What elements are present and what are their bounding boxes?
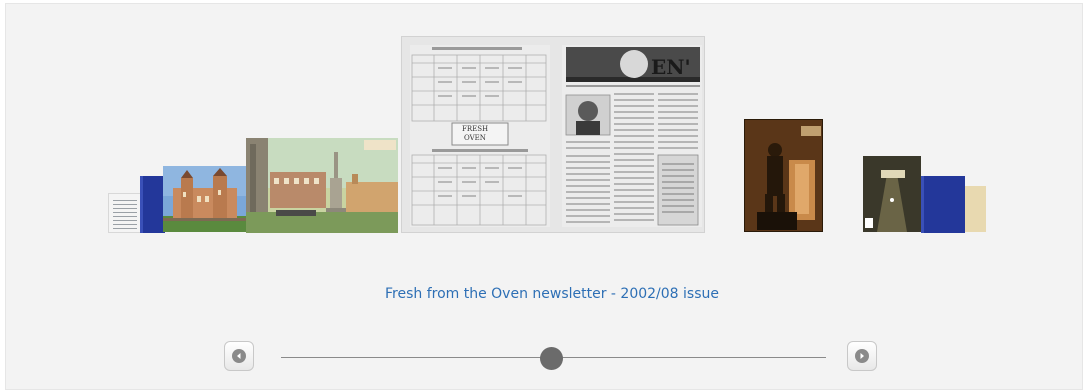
thumbnail-castle-postcard[interactable]: [163, 166, 247, 232]
newsletter-mini-label-top: FRESH: [462, 125, 489, 133]
newsletter-masthead-text: EN': [651, 55, 691, 79]
thumbnail-blue-cover[interactable]: [140, 176, 165, 233]
thumbnail-blue-cover-2[interactable]: [921, 176, 965, 233]
previous-button[interactable]: [224, 341, 254, 371]
item-title-link[interactable]: Fresh from the Oven newsletter - 2002/08…: [0, 286, 1084, 302]
next-button[interactable]: [847, 341, 877, 371]
newsletter-mini-label-bottom: OVEN: [464, 134, 486, 142]
thumbnail-monument-postcard[interactable]: [246, 138, 398, 233]
thumbnail-newsletter-spread[interactable]: EN' FRESH OVEN: [401, 36, 705, 233]
slider-handle[interactable]: [540, 347, 563, 370]
thumbnail-bowling-photo[interactable]: [863, 156, 921, 232]
right-arrow-icon: [855, 349, 869, 363]
left-arrow-icon: [232, 349, 246, 363]
thumbnail-table-page[interactable]: [108, 193, 142, 233]
coverflow-carousel: EN' FRESH OVEN: [0, 0, 1084, 240]
thumbnail-statue-photo[interactable]: [744, 119, 823, 232]
thumbnail-cream-cover[interactable]: [965, 186, 986, 232]
